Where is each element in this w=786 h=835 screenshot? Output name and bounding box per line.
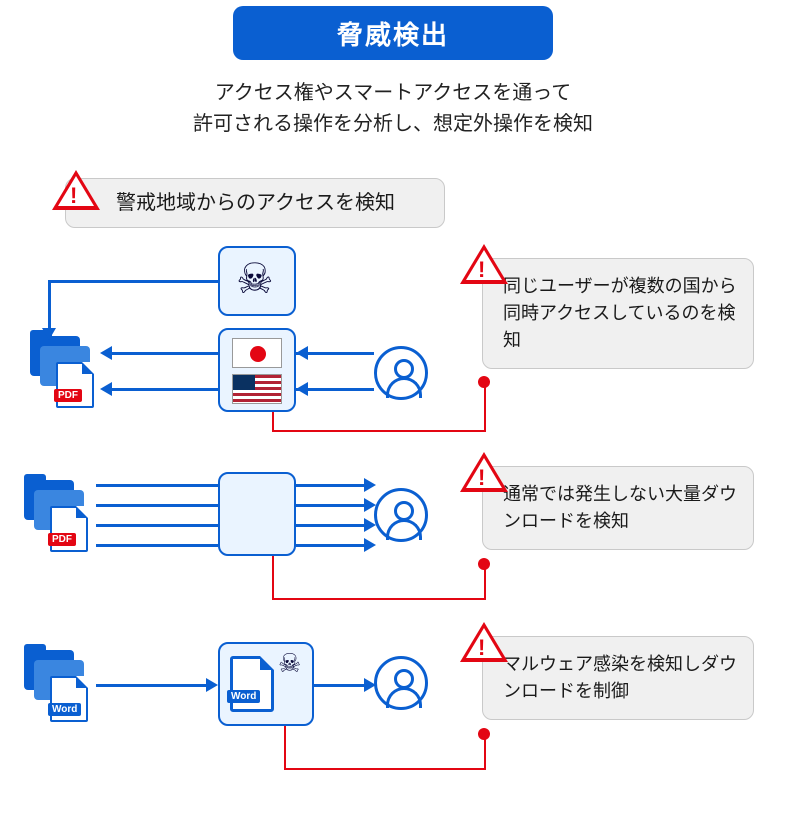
user-icon <box>374 346 428 400</box>
alert-bang-icon: ! <box>478 635 485 661</box>
title-pill: 脅威検出 <box>233 6 553 60</box>
user-icon <box>374 488 428 542</box>
word-page-icon: Word <box>230 656 274 712</box>
connector-line-red <box>284 726 286 770</box>
connector-line <box>296 504 366 507</box>
file-tag-pdf: PDF <box>48 533 76 546</box>
subtitle-line-1: アクセス権やスマートアクセスを通って <box>215 82 571 104</box>
flag-usa-icon <box>232 374 282 404</box>
file-tag-word: Word <box>227 690 260 703</box>
arrow-right-icon <box>364 518 376 532</box>
arrow-left-icon <box>296 382 308 396</box>
connector-line-red <box>484 382 486 432</box>
file-stack-pdf: PDF <box>24 480 90 552</box>
connector-line <box>296 544 366 547</box>
callout-region-text: 警戒地域からのアクセスを検知 <box>116 188 395 218</box>
file-tag-pdf: PDF <box>54 389 82 402</box>
subtitle: アクセス権やスマートアクセスを通って 許可される操作を分析し、想定外操作を検知 <box>0 78 786 140</box>
arrow-left-icon <box>296 346 308 360</box>
connector-line-red <box>272 598 486 600</box>
connector-line <box>48 280 51 330</box>
subtitle-line-2: 許可される操作を分析し、想定外操作を検知 <box>193 113 593 135</box>
connector-line <box>314 684 366 687</box>
connector-line <box>48 280 218 283</box>
connector-line <box>108 388 218 391</box>
connector-line-red <box>272 430 486 432</box>
arrow-left-icon <box>100 382 112 396</box>
callout-multi-country-text: 同じユーザーが複数の国から同時アクセスしているのを検知 <box>503 276 737 350</box>
arrow-right-icon <box>364 478 376 492</box>
arrow-left-icon <box>100 346 112 360</box>
skull-crossbones-icon: ☠ <box>278 650 301 676</box>
arrow-right-icon <box>364 538 376 552</box>
callout-malware: マルウェア感染を検知しダウンロードを制御 <box>482 636 754 720</box>
connector-line <box>96 544 218 547</box>
arrow-right-icon <box>364 498 376 512</box>
skull-crossbones-icon: ☠ <box>236 258 274 300</box>
connector-line-red <box>484 564 486 600</box>
file-tag-word: Word <box>48 703 81 716</box>
callout-malware-text: マルウェア感染を検知しダウンロードを制御 <box>503 654 737 701</box>
user-icon <box>374 656 428 710</box>
alert-bang-icon: ! <box>70 183 77 209</box>
connector-line-red <box>484 734 486 770</box>
connector-line-red <box>272 556 274 600</box>
alert-bang-icon: ! <box>478 465 485 491</box>
diagram-canvas: 脅威検出 アクセス権やスマートアクセスを通って 許可される操作を分析し、想定外操… <box>0 0 786 835</box>
file-stack-word: Word <box>24 650 90 722</box>
title-text: 脅威検出 <box>337 15 449 52</box>
callout-multi-country: 同じユーザーが複数の国から同時アクセスしているのを検知 <box>482 258 754 369</box>
callout-bulk-download: 通常では発生しない大量ダウンロードを検知 <box>482 466 754 550</box>
connector-line <box>296 524 366 527</box>
connector-line-red <box>284 768 486 770</box>
flag-japan-icon <box>232 338 282 368</box>
arrow-right-icon <box>206 678 218 692</box>
connector-line <box>96 484 218 487</box>
alert-bang-icon: ! <box>478 257 485 283</box>
connector-line <box>96 504 218 507</box>
callout-bulk-download-text: 通常では発生しない大量ダウンロードを検知 <box>503 484 737 531</box>
callout-region-access: 警戒地域からのアクセスを検知 <box>65 178 445 228</box>
arrow-right-icon <box>364 678 376 692</box>
connector-line <box>296 484 366 487</box>
connector-line <box>96 524 218 527</box>
connector-line-red <box>272 412 274 432</box>
process-box <box>218 472 296 556</box>
file-stack-pdf: PDF <box>30 336 96 408</box>
arrow-down-icon <box>42 328 56 340</box>
connector-line <box>108 352 218 355</box>
connector-line <box>96 684 208 687</box>
